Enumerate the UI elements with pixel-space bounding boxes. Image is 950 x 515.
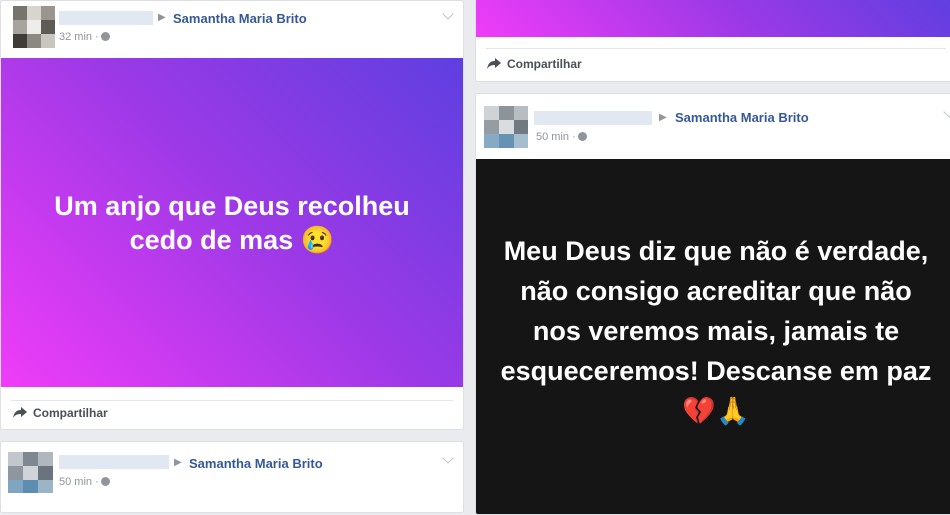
globe-icon xyxy=(577,132,587,141)
share-label: Compartilhar xyxy=(507,57,582,71)
divider xyxy=(486,48,946,49)
target-name-link[interactable]: Samantha Maria Brito xyxy=(189,456,323,471)
play-arrow-icon: ▶ xyxy=(174,457,182,468)
share-arrow-icon xyxy=(13,407,27,418)
post-background-text: Meu Deus diz que não é verdade, não cons… xyxy=(476,159,950,514)
divider xyxy=(11,400,453,401)
share-label: Compartilhar xyxy=(33,406,108,420)
blurred-author-name[interactable] xyxy=(59,11,153,25)
post-header: ▶ Samantha Maria Brito 32 min · xyxy=(1,1,463,53)
avatar[interactable] xyxy=(484,106,528,148)
timestamp-text: 32 min · xyxy=(59,31,99,43)
post-card-4: ▶ Samantha Maria Brito 50 min · Meu Deus… xyxy=(475,93,950,515)
avatar[interactable] xyxy=(13,6,55,48)
chevron-down-icon[interactable] xyxy=(442,8,454,20)
post-background-text xyxy=(476,0,950,37)
post-card-1: ▶ Samantha Maria Brito 32 min · Um anjo … xyxy=(0,0,464,430)
chevron-down-icon[interactable] xyxy=(943,106,950,118)
post-timestamp[interactable]: 50 min · xyxy=(59,476,110,488)
play-arrow-icon: ▶ xyxy=(158,12,166,23)
timestamp-text: 50 min · xyxy=(536,131,576,143)
globe-icon xyxy=(100,32,110,41)
share-button[interactable]: Compartilhar xyxy=(487,57,582,71)
play-arrow-icon: ▶ xyxy=(659,112,667,123)
post-timestamp[interactable]: 50 min · xyxy=(536,131,587,143)
timestamp-text: 50 min · xyxy=(59,476,99,488)
post-background-text: Um anjo que Deus recolheu cedo de mas 😢 xyxy=(1,58,463,387)
target-name-link[interactable]: Samantha Maria Brito xyxy=(675,110,809,125)
post-timestamp[interactable]: 32 min · xyxy=(59,31,110,43)
chevron-down-icon[interactable] xyxy=(442,452,454,464)
post-card-3: ▶ Samantha Maria Brito 50 min · xyxy=(0,441,464,513)
globe-icon xyxy=(100,477,110,486)
share-button[interactable]: Compartilhar xyxy=(13,406,108,420)
avatar[interactable] xyxy=(8,452,53,493)
post-text: Meu Deus diz que não é verdade, não cons… xyxy=(500,236,932,426)
share-arrow-icon xyxy=(487,58,501,69)
target-name-link[interactable]: Samantha Maria Brito xyxy=(173,11,307,26)
post-card-2: Compartilhar xyxy=(475,0,950,82)
post-text: Um anjo que Deus recolheu cedo de mas 😢 xyxy=(54,190,410,255)
blurred-author-name[interactable] xyxy=(59,455,169,469)
blurred-author-name[interactable] xyxy=(534,111,652,125)
